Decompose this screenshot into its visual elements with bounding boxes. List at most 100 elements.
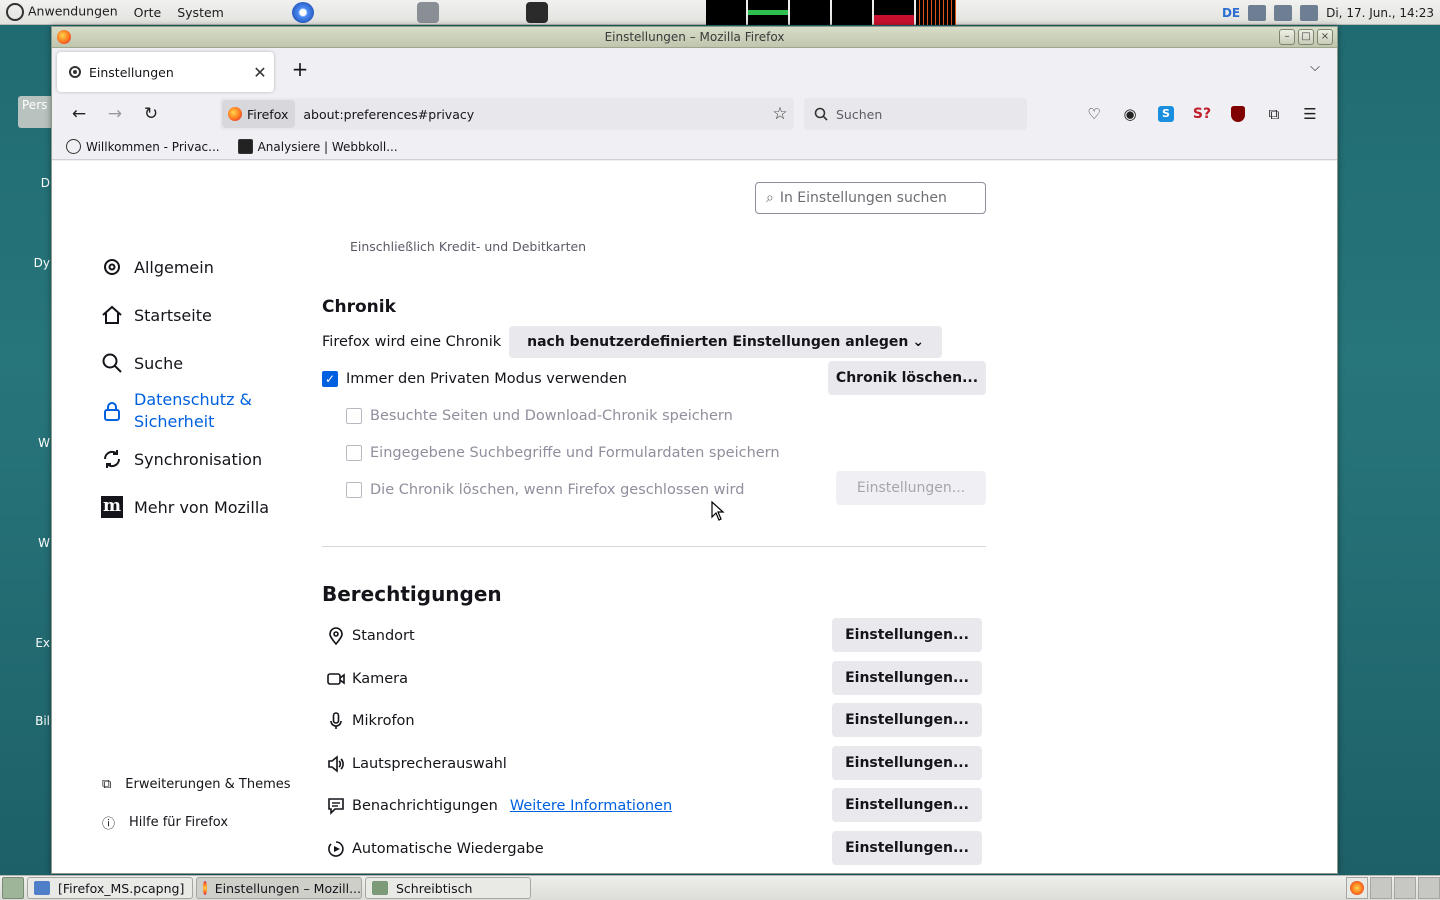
hamburger-menu-icon[interactable]: ☰ [1298,102,1322,126]
search-placeholder: Suchen [836,106,883,122]
workspace-4[interactable] [1418,877,1440,899]
camera-settings-button[interactable]: Einstellungen... [832,661,982,695]
forward-button[interactable]: → [100,100,130,128]
checkbox[interactable] [346,482,362,498]
extensions-puzzle-icon[interactable]: ⧉ [1262,102,1286,126]
url-text[interactable]: about:preferences#privacy [303,107,766,122]
back-button[interactable]: ← [64,100,94,128]
workspace-1[interactable] [1346,877,1368,899]
option-private-mode[interactable]: ✓ Immer den Privaten Modus verwenden [322,371,627,387]
wireshark-icon [34,881,50,895]
pocket-icon[interactable]: ♡ [1082,102,1106,126]
option-remember-forms[interactable]: Eingegebene Suchbegriffe und Formulardat… [346,445,780,461]
autoplay-settings-button[interactable]: Einstellungen... [832,831,982,865]
sidebar-link-label: Hilfe für Firefox [129,814,229,830]
network-icon[interactable] [1274,4,1293,21]
permission-label: Benachrichtigungen [352,798,498,814]
microphone-settings-button[interactable]: Einstellungen... [832,703,982,737]
desktop-icon-label[interactable]: Dy [0,256,52,270]
taskbar-item-firefox[interactable]: Einstellungen – Mozill... [196,877,362,899]
skype-extension-icon[interactable]: S [1154,102,1178,126]
gauge-icon [66,139,81,154]
identity-box[interactable]: Firefox [222,100,296,128]
account-icon[interactable]: ◉ [1118,102,1142,126]
workspace-3[interactable] [1394,877,1416,899]
sidebar-link-help[interactable]: ⓘ Hilfe für Firefox [102,803,291,841]
bookmark-star-icon[interactable]: ☆ [766,104,794,124]
window-titlebar[interactable]: Einstellungen – Mozilla Firefox – □ × [52,27,1337,48]
sidebar-item-label: Suche [134,353,184,373]
workspace-2[interactable] [1370,877,1392,899]
bookmark-item[interactable]: Analysiere | Webbkoll... [237,139,398,154]
sidebar-item-label: Allgemein [134,257,214,277]
url-bar[interactable]: Firefox about:preferences#privacy ☆ [220,98,794,130]
sidebar-item-search[interactable]: Suche [100,339,300,387]
menu-places[interactable]: Orte [134,5,162,20]
tab-settings[interactable]: Einstellungen ✕ [57,52,274,92]
show-desktop-icon[interactable] [2,877,24,899]
ublock-shield-icon[interactable] [1226,102,1250,126]
sidebar-item-home[interactable]: Startseite [100,291,300,339]
reload-button[interactable]: ↻ [136,100,166,128]
chevron-down-icon[interactable]: ⌵ [1305,60,1325,80]
option-clear-on-close[interactable]: Die Chronik löschen, wenn Firefox geschl… [346,482,744,498]
clear-history-button[interactable]: Chronik löschen... [828,361,986,395]
bookmark-label: Willkommen - Privac... [86,139,220,154]
bottom-taskbar: [Firefox_MS.pcapng] Einstellungen – Mozi… [0,875,1440,900]
script-extension-icon[interactable]: S? [1190,102,1214,126]
keyboard-layout-indicator[interactable]: DE [1222,6,1240,20]
sidebar-item-more-mozilla[interactable]: m Mehr von Mozilla [100,483,300,531]
mouse-cursor-icon [711,501,725,521]
taskbar-item-wireshark[interactable]: [Firefox_MS.pcapng] [27,877,193,899]
minimize-button[interactable]: – [1279,29,1295,45]
desktop-icon-label[interactable]: D [0,176,52,190]
chevron-down-icon: ⌄ [912,334,925,350]
sidebar-link-addons[interactable]: ⧉ Erweiterungen & Themes [102,765,291,803]
taskbar-item-desktop[interactable]: Schreibtisch [365,877,531,899]
menu-label: Anwendungen [28,3,118,19]
option-remember-history[interactable]: Besuchte Seiten und Download-Chronik spe… [346,408,733,424]
permissions-heading: Berechtigungen [322,582,502,606]
new-tab-button[interactable]: + [288,58,312,82]
chromium-launcher-icon[interactable] [292,2,314,23]
terminal-launcher-icon[interactable] [526,2,548,23]
volume-icon[interactable] [1248,4,1267,21]
sidebar-item-general[interactable]: Allgemein [100,243,300,291]
checkbox-checked[interactable]: ✓ [322,371,338,387]
close-window-button[interactable]: × [1317,29,1333,45]
load-monitor-icon [874,0,914,25]
checkbox[interactable] [346,408,362,424]
desktop-icon-label[interactable]: Pers [18,96,52,128]
search-bar[interactable]: Suchen [804,98,1027,130]
desktop-icon-label[interactable]: Ex [0,636,52,650]
sidebar-item-sync[interactable]: Synchronisation [100,435,300,483]
sidebar-item-privacy[interactable]: Datenschutz & Sicherheit [100,387,300,435]
desktop-icon-label[interactable]: W [0,536,52,550]
bookmarks-toolbar: Willkommen - Privac... Analysiere | Webb… [52,134,1337,160]
clear-on-close-settings-button[interactable]: Einstellungen... [836,471,986,505]
desktop-icon-label[interactable]: W [0,436,52,450]
screenshot-launcher-icon[interactable] [417,2,439,23]
preferences-search-input[interactable]: ⌕ In Einstellungen suchen [755,182,986,214]
puzzle-icon: ⧉ [102,776,112,792]
help-icon: ⓘ [102,816,116,832]
clock[interactable]: Di, 17. Jun., 14:23 [1326,6,1434,20]
location-settings-button[interactable]: Einstellungen... [832,618,982,652]
option-label: Immer den Privaten Modus verwenden [346,371,627,387]
task-label: Einstellungen – Mozill... [214,880,361,896]
menu-applications[interactable]: Anwendungen [6,3,118,21]
speaker-settings-button[interactable]: Einstellungen... [832,746,982,780]
battery-icon[interactable] [1300,4,1319,21]
notifications-settings-button[interactable]: Einstellungen... [832,788,982,822]
firefox-window: Einstellungen – Mozilla Firefox – □ × Ei… [51,26,1338,874]
history-mode-dropdown[interactable]: nach benutzerdefinierten Einstellungen a… [509,326,943,358]
dropdown-value: nach benutzerdefinierten Einstellungen a… [527,334,909,350]
close-icon[interactable]: ✕ [246,63,274,82]
menu-system[interactable]: System [177,5,224,20]
checkbox[interactable] [346,445,362,461]
bookmark-item[interactable]: Willkommen - Privac... [66,139,220,154]
desktop-icon-label[interactable]: Bil [0,714,52,728]
maximize-button[interactable]: □ [1298,29,1314,45]
firefox-logo-icon [1350,881,1364,895]
learn-more-link[interactable]: Weitere Informationen [510,798,672,814]
